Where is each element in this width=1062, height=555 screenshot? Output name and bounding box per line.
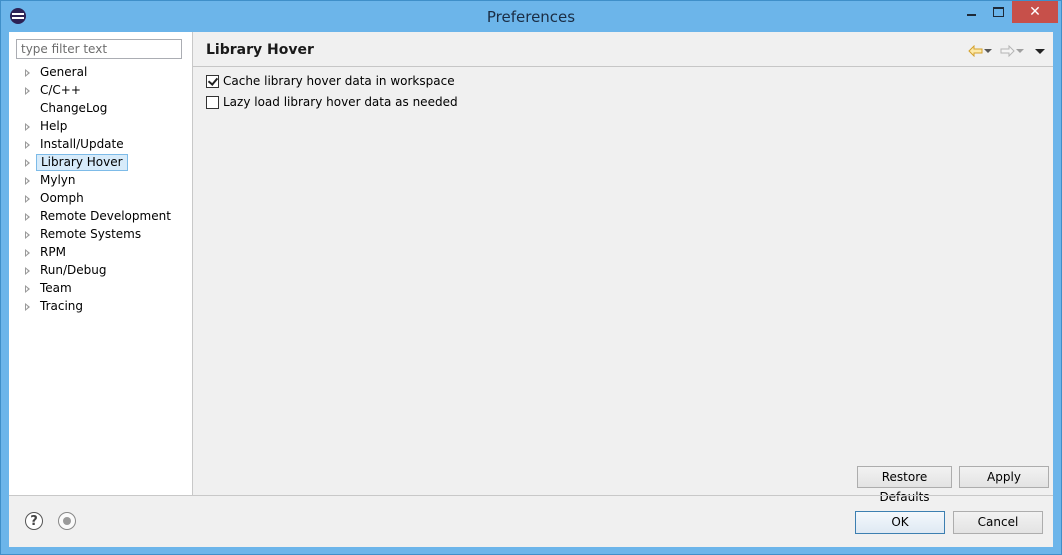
ok-button[interactable]: OK bbox=[855, 511, 945, 534]
minimize-button[interactable] bbox=[958, 1, 984, 23]
tree-item-label: Mylyn bbox=[40, 173, 76, 187]
tree-item-label: Library Hover bbox=[36, 154, 128, 171]
tree-item-label: Oomph bbox=[40, 191, 84, 205]
title-separator bbox=[193, 66, 1053, 67]
help-icon[interactable]: ? bbox=[25, 512, 43, 530]
expand-arrow-icon[interactable] bbox=[25, 231, 30, 239]
tree-item-label: ChangeLog bbox=[40, 101, 108, 115]
back-button[interactable] bbox=[967, 44, 983, 58]
expand-arrow-icon[interactable] bbox=[25, 87, 30, 95]
title-bar[interactable]: Preferences ✕ bbox=[1, 1, 1061, 32]
tree-item[interactable]: Help bbox=[9, 118, 192, 136]
footer-separator bbox=[9, 495, 1053, 496]
lazy-load-label: Lazy load library hover data as needed bbox=[223, 95, 458, 109]
tree-item-label: C/C++ bbox=[40, 83, 81, 97]
tree-item-label: Team bbox=[40, 281, 72, 295]
tree-item[interactable]: ChangeLog bbox=[9, 100, 192, 118]
chevron-down-icon bbox=[984, 49, 992, 53]
maximize-button[interactable] bbox=[985, 1, 1011, 23]
cache-hover-data-checkbox[interactable] bbox=[206, 74, 219, 88]
tree-item[interactable]: Remote Development bbox=[9, 208, 192, 226]
tree-item-label: Help bbox=[40, 119, 68, 133]
chevron-down-icon bbox=[1016, 49, 1024, 53]
tree-item[interactable]: Mylyn bbox=[9, 172, 192, 190]
preferences-window: Preferences ✕ General C/C++ ChangeLog Help I… bbox=[0, 0, 1062, 555]
expand-arrow-icon[interactable] bbox=[25, 69, 30, 77]
tree-item-label: RPM bbox=[40, 245, 66, 259]
cache-hover-data-option[interactable]: Cache library hover data in workspace bbox=[206, 73, 455, 89]
dialog-client-area: General C/C++ ChangeLog Help Install/Update L… bbox=[9, 32, 1053, 547]
tree-item[interactable]: Oomph bbox=[9, 190, 192, 208]
back-arrow-icon bbox=[967, 45, 982, 57]
expand-arrow-icon[interactable] bbox=[25, 177, 30, 185]
expand-arrow-icon[interactable] bbox=[25, 213, 30, 221]
preference-tree: General C/C++ ChangeLog Help Install/Update L… bbox=[9, 64, 192, 316]
tree-item[interactable]: Install/Update bbox=[9, 136, 192, 154]
preference-tree-panel: General C/C++ ChangeLog Help Install/Update L… bbox=[9, 32, 193, 495]
expand-arrow-icon[interactable] bbox=[25, 267, 30, 275]
minimize-icon bbox=[966, 14, 976, 16]
tree-item-label: Remote Development bbox=[40, 209, 171, 223]
tree-item[interactable]: C/C++ bbox=[9, 82, 192, 100]
tree-item[interactable]: Team bbox=[9, 280, 192, 298]
tree-item-label: General bbox=[40, 65, 88, 79]
tree-item[interactable]: Remote Systems bbox=[9, 226, 192, 244]
filter-input[interactable] bbox=[16, 39, 182, 59]
close-button[interactable]: ✕ bbox=[1012, 1, 1058, 23]
lazy-load-option[interactable]: Lazy load library hover data as needed bbox=[206, 94, 458, 110]
cancel-button[interactable]: Cancel bbox=[953, 511, 1043, 534]
expand-arrow-icon[interactable] bbox=[25, 285, 30, 293]
close-icon: ✕ bbox=[1029, 4, 1041, 20]
tree-item[interactable]: Run/Debug bbox=[9, 262, 192, 280]
expand-arrow-icon[interactable] bbox=[25, 303, 30, 311]
tree-item-label: Install/Update bbox=[40, 137, 124, 151]
tree-item[interactable]: RPM bbox=[9, 244, 192, 262]
expand-arrow-icon[interactable] bbox=[25, 141, 30, 149]
lazy-load-checkbox[interactable] bbox=[206, 95, 219, 109]
apply-button[interactable]: Apply bbox=[959, 466, 1049, 488]
tree-item[interactable]: General bbox=[9, 64, 192, 82]
expand-arrow-icon[interactable] bbox=[25, 249, 30, 257]
page-navigation-toolbar bbox=[967, 43, 1049, 59]
restore-defaults-button[interactable]: Restore Defaults bbox=[857, 466, 952, 504]
window-title: Preferences bbox=[486, 8, 576, 26]
cache-hover-data-label: Cache library hover data in workspace bbox=[223, 74, 455, 88]
tree-item-label: Tracing bbox=[40, 299, 84, 313]
view-menu-icon bbox=[1035, 48, 1045, 54]
tree-item-label: Run/Debug bbox=[40, 263, 107, 277]
tree-item[interactable]: Library Hover bbox=[9, 154, 192, 172]
expand-arrow-icon[interactable] bbox=[25, 123, 30, 131]
import-export-icon[interactable] bbox=[58, 512, 76, 530]
tree-item-label: Remote Systems bbox=[40, 227, 142, 241]
expand-arrow-icon[interactable] bbox=[25, 195, 30, 203]
forward-button[interactable] bbox=[999, 44, 1015, 58]
forward-arrow-icon bbox=[1000, 45, 1015, 57]
page-title: Library Hover bbox=[206, 42, 314, 58]
maximize-icon bbox=[992, 7, 1004, 17]
expand-arrow-icon[interactable] bbox=[25, 159, 30, 167]
back-history-dropdown[interactable] bbox=[983, 44, 993, 58]
tree-item[interactable]: Tracing bbox=[9, 298, 192, 316]
view-menu-button[interactable] bbox=[1031, 44, 1049, 58]
preference-page: Library Hover Cache library hover data i… bbox=[193, 32, 1053, 504]
forward-history-dropdown[interactable] bbox=[1015, 44, 1025, 58]
